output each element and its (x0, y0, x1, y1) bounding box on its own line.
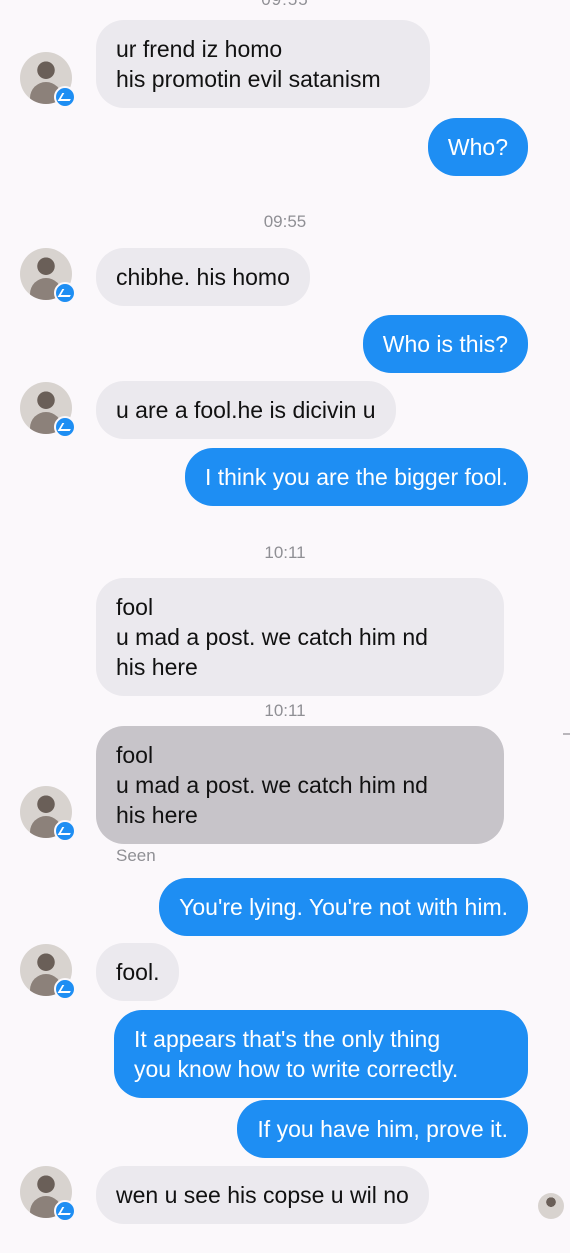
contact-avatar[interactable] (20, 944, 76, 1000)
incoming-message[interactable]: ur frend iz homo his promotin evil satan… (96, 20, 430, 108)
read-receipt-avatar-icon (538, 1193, 564, 1219)
contact-avatar[interactable] (20, 1166, 76, 1222)
contact-avatar[interactable] (20, 786, 76, 842)
incoming-message[interactable]: wen u see his copse u wil no (96, 1166, 429, 1224)
incoming-message[interactable]: u are a fool.he is dicivin u (96, 381, 396, 439)
selected-incoming-message[interactable]: fool u mad a post. we catch him nd his h… (96, 726, 504, 844)
timestamp-top: 09:55 (0, 0, 570, 10)
incoming-message[interactable]: fool. (96, 943, 180, 1001)
outgoing-message[interactable]: You're lying. You're not with him. (159, 878, 528, 936)
incoming-message[interactable]: fool u mad a post. we catch him nd his h… (96, 578, 504, 696)
contact-avatar[interactable] (20, 248, 76, 304)
timestamp: 10:11 (264, 543, 306, 562)
messenger-badge-icon (54, 282, 76, 304)
timestamp: 10:11 (264, 701, 306, 720)
messenger-badge-icon (54, 416, 76, 438)
scroll-indicator (563, 733, 570, 735)
chat-thread: 09:55 ur frend iz homo his promotin evil… (0, 0, 570, 1253)
outgoing-message[interactable]: If you have him, prove it. (237, 1100, 528, 1158)
contact-avatar[interactable] (20, 52, 76, 108)
seen-status: Seen (116, 846, 156, 865)
outgoing-message[interactable]: Who? (427, 118, 528, 176)
contact-avatar[interactable] (20, 382, 76, 438)
outgoing-message[interactable]: Who is this? (362, 315, 528, 373)
incoming-message[interactable]: chibhe. his homo (96, 248, 310, 306)
messenger-badge-icon (54, 86, 76, 108)
messenger-badge-icon (54, 820, 76, 842)
outgoing-message[interactable]: I think you are the bigger fool. (184, 448, 528, 506)
messenger-badge-icon (54, 1200, 76, 1222)
outgoing-message[interactable]: It appears that's the only thing you kno… (114, 1010, 528, 1098)
messenger-badge-icon (54, 978, 76, 1000)
timestamp: 09:55 (263, 212, 307, 231)
